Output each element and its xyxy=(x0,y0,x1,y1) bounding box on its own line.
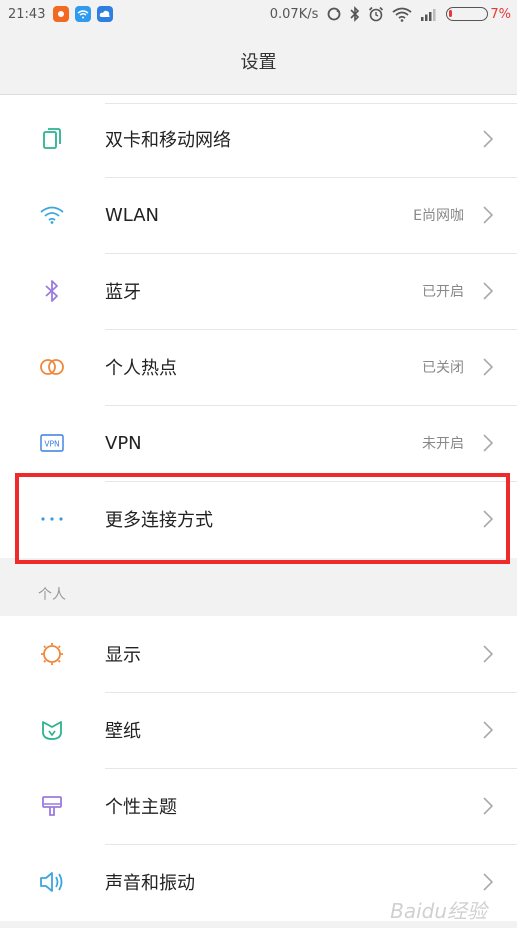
settings-item-label: 蓝牙 xyxy=(105,282,141,303)
hotspot-icon xyxy=(39,354,65,380)
settings-item-value: 未开启 xyxy=(422,436,464,452)
speaker-icon xyxy=(39,869,65,895)
settings-item-hotspot[interactable]: 个人热点 已关闭 xyxy=(0,329,517,405)
status-bar: 21:43 0.07K/s 7% xyxy=(0,0,517,28)
network-speed: 0.07K/s xyxy=(269,6,319,22)
vpn-icon: VPN xyxy=(39,430,65,456)
highlight-frame xyxy=(15,473,510,564)
settings-item-vpn[interactable]: VPN VPN 未开启 xyxy=(0,405,517,481)
chevron-right-icon xyxy=(483,206,494,224)
chevron-right-icon xyxy=(483,797,494,815)
chevron-right-icon xyxy=(483,358,494,376)
settings-item-value: 已关闭 xyxy=(422,360,464,376)
chevron-right-icon xyxy=(483,130,494,148)
bluetooth-status-icon xyxy=(350,6,360,22)
sun-icon xyxy=(39,641,65,667)
settings-item-bluetooth[interactable]: 蓝牙 已开启 xyxy=(0,253,517,329)
chevron-right-icon xyxy=(483,434,494,452)
chevron-right-icon xyxy=(483,721,494,739)
settings-item-label: 壁纸 xyxy=(105,721,141,742)
settings-item-value: 已开启 xyxy=(422,284,464,300)
chevron-right-icon xyxy=(483,282,494,300)
wifi-app-notification-icon xyxy=(75,6,92,22)
battery-percent: 7% xyxy=(490,6,511,22)
settings-item-display[interactable]: 显示 xyxy=(0,616,517,692)
status-time: 21:43 xyxy=(8,6,46,22)
chevron-right-icon xyxy=(483,873,494,891)
cloud-app-notification-icon xyxy=(97,6,114,22)
theme-brush-icon xyxy=(39,793,65,819)
settings-item-wallpaper[interactable]: 壁纸 xyxy=(0,692,517,768)
sim-card-icon xyxy=(39,126,65,152)
page-title-bar: 设置 xyxy=(0,28,517,95)
personal-settings-list: 显示 壁纸 个性主题 声音和振动 xyxy=(0,616,517,921)
settings-item-wlan[interactable]: WLAN E尚网咖 xyxy=(0,177,517,253)
settings-item-label: 双卡和移动网络 xyxy=(105,130,231,151)
settings-item-label: 声音和振动 xyxy=(105,873,195,894)
app-notification-icon xyxy=(53,6,70,22)
battery-icon xyxy=(446,7,489,21)
alarm-icon xyxy=(369,6,384,22)
section-header-personal: 个人 xyxy=(38,587,66,603)
settings-item-value: E尚网咖 xyxy=(413,208,464,224)
settings-item-dual-sim[interactable]: 双卡和移动网络 xyxy=(0,101,517,177)
svg-text:VPN: VPN xyxy=(44,440,59,449)
signal-icon xyxy=(421,9,436,21)
bluetooth-icon xyxy=(39,278,65,304)
settings-item-label: VPN xyxy=(105,432,142,454)
sync-icon xyxy=(327,7,341,21)
settings-item-label: 个性主题 xyxy=(105,797,177,818)
wifi-status-icon xyxy=(392,7,412,22)
wallpaper-icon xyxy=(39,717,65,743)
page-title: 设置 xyxy=(240,52,277,73)
settings-item-label: 个人热点 xyxy=(105,358,177,379)
wifi-icon xyxy=(39,202,65,228)
settings-item-label: WLAN xyxy=(105,204,160,226)
settings-item-label: 显示 xyxy=(105,645,141,666)
watermark: Baidu经验 xyxy=(390,899,487,923)
settings-item-theme[interactable]: 个性主题 xyxy=(0,768,517,844)
chevron-right-icon xyxy=(483,645,494,663)
